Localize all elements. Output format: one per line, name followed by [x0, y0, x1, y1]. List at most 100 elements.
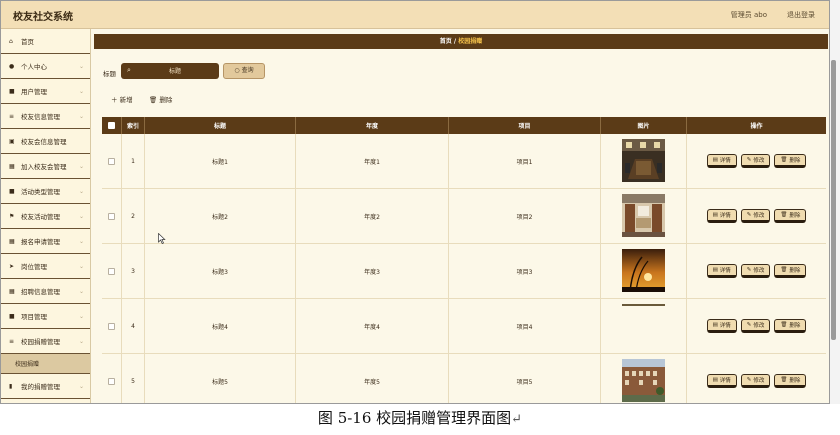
search-field[interactable]: ⌕: [121, 63, 219, 79]
edit-button[interactable]: ✎ 修改: [740, 209, 771, 223]
cell-actions: ▤ 详情 ✎ 修改 🗑 删除: [687, 299, 826, 353]
chevron-down-icon: ⌄: [78, 213, 84, 220]
delete-button-label: 删除: [789, 213, 801, 219]
batch-delete-label: 删除: [159, 96, 173, 104]
column-header-project[interactable]: 项目: [449, 117, 601, 134]
add-button-label: 新增: [119, 96, 133, 104]
thumbnail-image: [622, 138, 665, 184]
select-all-checkbox[interactable]: [108, 122, 115, 129]
detail-button[interactable]: ▤ 详情: [706, 264, 737, 278]
sidebar-subitem-label: 校园捐赠: [15, 361, 40, 368]
send-icon: ➤: [9, 262, 15, 270]
row-checkbox[interactable]: [108, 322, 115, 330]
sidebar-item-label: 加入校友会管理: [21, 163, 67, 171]
row-checkbox[interactable]: [108, 157, 115, 165]
breadcrumb-current: 校园捐赠: [458, 38, 483, 45]
search-icon: ⌕: [127, 66, 131, 74]
row-checkbox[interactable]: [108, 212, 115, 220]
sidebar-item-0[interactable]: ⌂ 首页: [1, 29, 90, 54]
donation-table: 索引 标题 年度 项目 图片 操作 1 标题1 年度1 项目1 ▤ 详情 ✎ 修改 🗑 删除 2 标题…: [102, 117, 826, 403]
detail-icon: ▤: [712, 377, 718, 383]
breadcrumb-home[interactable]: 首页: [440, 38, 452, 45]
detail-icon: ▤: [712, 322, 718, 328]
detail-button-label: 详情: [719, 378, 731, 384]
logout-link[interactable]: 退出登录: [787, 10, 815, 20]
sidebar-item-2[interactable]: ■ 用户管理 ⌄: [1, 79, 90, 104]
cell-actions: ▤ 详情 ✎ 修改 🗑 删除: [687, 244, 826, 298]
sidebar-subitem-13[interactable]: 校园捐赠: [1, 354, 90, 374]
batch-delete-button[interactable]: 🗑 删除: [149, 94, 172, 104]
search-input[interactable]: [137, 65, 213, 77]
chevron-down-icon: ⌄: [78, 88, 84, 95]
row-checkbox[interactable]: [108, 377, 115, 385]
detail-button[interactable]: ▤ 详情: [706, 319, 737, 333]
edit-button[interactable]: ✎ 修改: [740, 319, 771, 333]
chart-icon: ▮: [9, 382, 13, 390]
sidebar-item-3[interactable]: ≡ 校友信息管理 ⌄: [1, 104, 90, 129]
edit-icon: ✎: [746, 322, 752, 328]
sidebar-item-label: 活动类型管理: [21, 188, 60, 196]
figure-caption-text: 图 5-16 校园捐赠管理界面图: [317, 409, 512, 427]
thumbnail-image: [622, 193, 665, 239]
row-checkbox[interactable]: [108, 267, 115, 275]
cell-picture: [601, 134, 687, 188]
trash-icon: 🗑: [780, 157, 788, 163]
cell-year: 年度5: [296, 354, 449, 403]
scrollbar-thumb[interactable]: [831, 60, 836, 340]
users-icon: ■: [9, 87, 15, 95]
add-button[interactable]: ＋ 新增: [111, 94, 133, 104]
figure-caption: 图 5-16 校园捐赠管理界面图↵: [0, 404, 840, 435]
cell-project: 项目2: [449, 189, 601, 243]
column-header-year[interactable]: 年度: [296, 117, 449, 134]
sidebar-item-10[interactable]: ▦ 招聘信息管理 ⌄: [1, 279, 90, 304]
sidebar-item-12[interactable]: ≡ 校园捐赠管理 ⌄: [1, 329, 90, 354]
sidebar-item-7[interactable]: ⚑ 校友活动管理 ⌄: [1, 204, 90, 229]
chevron-down-icon: ⌄: [78, 63, 84, 70]
chevron-down-icon: ⌄: [78, 163, 84, 170]
row-select-cell: [102, 299, 122, 353]
sidebar-item-5[interactable]: ▦ 加入校友会管理 ⌄: [1, 154, 90, 179]
trash-icon: 🗑: [780, 267, 788, 273]
sidebar-item-label: 报名申请管理: [21, 238, 60, 246]
trash-icon: 🗑: [780, 212, 788, 218]
delete-button[interactable]: 🗑 删除: [774, 264, 807, 278]
detail-button-label: 详情: [719, 158, 731, 164]
sidebar-item-4[interactable]: ▣ 校友会信息管理: [1, 129, 90, 154]
sidebar-item-8[interactable]: ▦ 报名申请管理 ⌄: [1, 229, 90, 254]
delete-button[interactable]: 🗑 删除: [774, 209, 807, 223]
query-button-label: 查询: [241, 67, 254, 74]
delete-button[interactable]: 🗑 删除: [774, 319, 807, 333]
edit-button-label: 修改: [753, 323, 765, 329]
cell-project: 项目1: [449, 134, 601, 188]
chevron-down-icon: ⌄: [78, 113, 84, 120]
detail-button[interactable]: ▤ 详情: [706, 374, 737, 388]
detail-icon: ▤: [712, 267, 718, 273]
detail-button[interactable]: ▤ 详情: [706, 209, 737, 223]
delete-button[interactable]: 🗑 删除: [774, 154, 807, 168]
edit-icon: ✎: [746, 267, 752, 273]
sidebar-item-label: 校友活动管理: [21, 213, 60, 221]
cell-project: 项目5: [449, 354, 601, 403]
sidebar-item-9[interactable]: ➤ 岗位管理 ⌄: [1, 254, 90, 279]
edit-button[interactable]: ✎ 修改: [740, 154, 771, 168]
list-icon: ≡: [9, 337, 15, 345]
delete-button-label: 删除: [789, 378, 801, 384]
cell-picture: [601, 299, 687, 353]
chevron-down-icon: ⌄: [78, 313, 84, 320]
table-row: 4 标题4 年度4 项目4 ▤ 详情 ✎ 修改 🗑 删除: [102, 299, 826, 354]
cell-year: 年度2: [296, 189, 449, 243]
sidebar-item-1[interactable]: ● 个人中心 ⌄: [1, 54, 90, 79]
column-header-index: 索引: [122, 117, 145, 134]
query-button[interactable]: ○ 查询: [223, 63, 265, 79]
return-mark-icon: ↵: [511, 412, 523, 427]
column-header-title[interactable]: 标题: [145, 117, 296, 134]
sidebar-item-6[interactable]: ■ 活动类型管理 ⌄: [1, 179, 90, 204]
edit-button[interactable]: ✎ 修改: [740, 374, 771, 388]
sidebar-item-14[interactable]: ▮ 我的捐赠管理 ⌄: [1, 374, 90, 399]
sidebar-item-11[interactable]: ■ 项目管理 ⌄: [1, 304, 90, 329]
detail-button[interactable]: ▤ 详情: [706, 154, 737, 168]
delete-button[interactable]: 🗑 删除: [774, 374, 807, 388]
cell-actions: ▤ 详情 ✎ 修改 🗑 删除: [687, 189, 826, 243]
edit-button[interactable]: ✎ 修改: [740, 264, 771, 278]
thumbnail-image: [622, 303, 665, 349]
